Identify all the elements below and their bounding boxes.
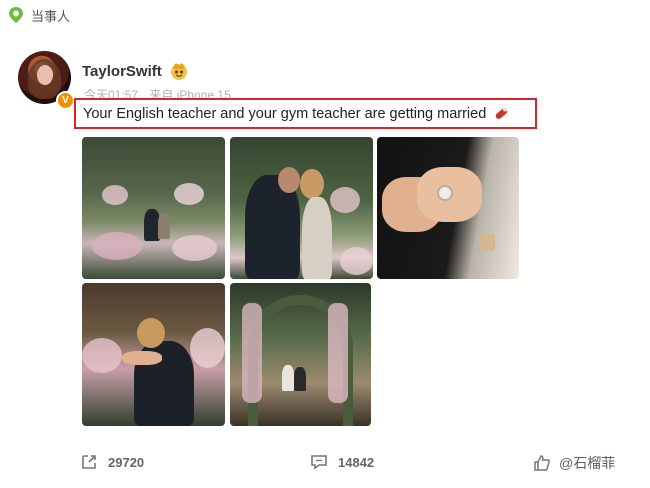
flower-decoration [82, 338, 122, 373]
avatar-face [37, 65, 53, 85]
ring-emoji-icon [495, 107, 508, 119]
flower-decoration [102, 185, 128, 205]
topbar-label: 当事人 [31, 8, 71, 24]
photo-1[interactable] [82, 137, 225, 279]
flower-decoration [328, 303, 348, 403]
comment-count: 14842 [338, 454, 375, 470]
share-button[interactable]: 29720 [80, 453, 144, 471]
person-figure [302, 197, 332, 279]
hand [122, 351, 162, 365]
wristwatch [479, 233, 495, 251]
like-button[interactable]: @石榴菲 [533, 453, 615, 473]
flower-decoration [172, 235, 217, 261]
vip-crown-icon [171, 63, 187, 80]
person-head [137, 318, 165, 348]
person-head [300, 169, 324, 199]
post-text-highlight: Your English teacher and your gym teache… [74, 98, 537, 129]
flower-decoration [174, 183, 204, 205]
comment-icon [311, 455, 327, 470]
photo-3[interactable] [377, 137, 519, 279]
location-pin-icon [9, 7, 23, 23]
person-head [278, 167, 300, 193]
person-figure [282, 365, 294, 391]
photo-5[interactable] [230, 283, 371, 426]
flower-decoration [242, 303, 262, 403]
engagement-ring [437, 185, 453, 201]
flower-decoration [92, 232, 142, 260]
post-text: Your English teacher and your gym teache… [83, 105, 487, 122]
photo-2[interactable] [230, 137, 373, 279]
share-count: 29720 [108, 454, 145, 470]
photo-4[interactable] [82, 283, 225, 426]
flower-decoration [340, 247, 373, 275]
watermark-text: @石榴菲 [559, 455, 616, 471]
thumbs-up-icon [534, 455, 550, 471]
person-figure [294, 367, 306, 391]
flower-decoration [330, 187, 360, 213]
topbar: 当事人 [8, 4, 70, 26]
comment-button[interactable]: 14842 [310, 453, 374, 471]
flower-decoration [190, 328, 225, 368]
username[interactable]: TaylorSwift [82, 63, 162, 80]
share-icon [82, 455, 96, 469]
verified-badge: V [56, 91, 75, 110]
person-figure [158, 213, 170, 239]
action-bar: 29720 14842 @石榴菲 [0, 446, 650, 480]
